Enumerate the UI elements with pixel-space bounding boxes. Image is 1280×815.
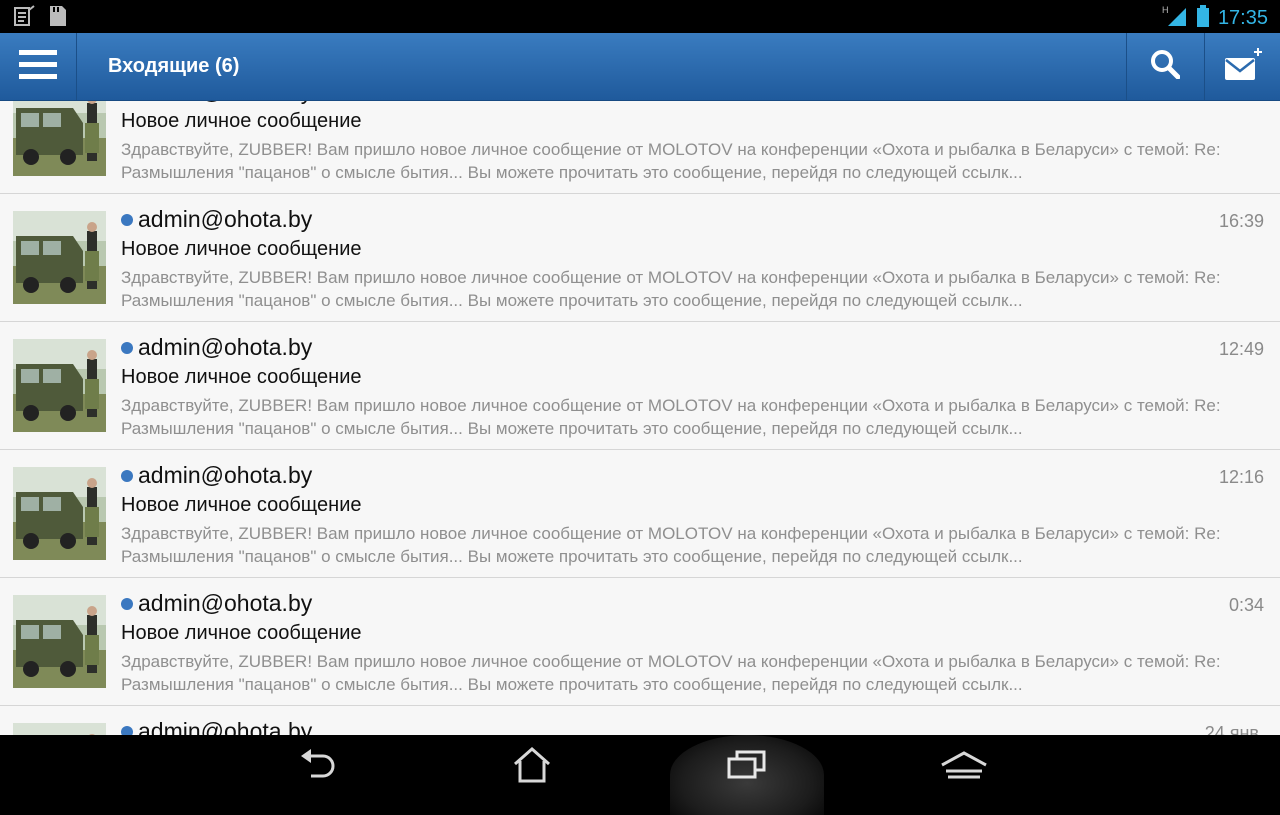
message-row[interactable]: admin@ohota.by 0:34 Новое личное сообщен… xyxy=(0,578,1280,706)
unread-dot xyxy=(121,726,133,735)
avatar xyxy=(13,101,106,176)
avatar xyxy=(13,723,106,735)
avatar xyxy=(13,211,106,304)
page-title: Входящие (6) xyxy=(108,55,240,77)
menu-icon xyxy=(19,48,57,85)
avatar xyxy=(13,467,106,560)
message-row[interactable]: admin@ohota.by 16:39 Новое личное сообще… xyxy=(0,194,1280,322)
action-bar: Входящие (6) xyxy=(0,33,1280,101)
message-preview: Здравствуйте, ZUBBER! Вам пришло новое л… xyxy=(121,524,1221,566)
message-subject: Новое личное сообщение xyxy=(121,110,362,132)
unread-dot xyxy=(121,470,133,482)
message-sender: admin@ohota.by xyxy=(138,462,313,488)
system-icons: H 17:35 xyxy=(1162,4,1268,33)
message-subject: Новое личное сообщение xyxy=(121,238,362,260)
home-icon xyxy=(512,746,552,789)
message-list[interactable]: admin@ohota.by Новое личное сообщение Зд… xyxy=(0,101,1280,735)
unread-dot xyxy=(121,598,133,610)
notification-icons xyxy=(12,4,68,33)
message-row[interactable]: admin@ohota.by Новое личное сообщение Зд… xyxy=(0,101,1280,194)
message-sender: admin@ohota.by xyxy=(138,718,313,735)
hide-keyboard-button[interactable] xyxy=(919,735,1009,800)
network-type-label: H xyxy=(1162,5,1169,15)
message-sender: admin@ohota.by xyxy=(138,101,312,105)
message-sender: admin@ohota.by xyxy=(138,206,313,232)
home-button[interactable] xyxy=(487,735,577,800)
search-icon xyxy=(1150,49,1181,84)
avatar xyxy=(13,339,106,432)
hide-keyboard-icon xyxy=(940,751,988,784)
sd-card-icon xyxy=(46,4,68,33)
message-sender: admin@ohota.by xyxy=(138,334,313,360)
recent-apps-button[interactable] xyxy=(702,735,792,800)
unread-dot xyxy=(121,342,133,354)
menu-button[interactable] xyxy=(0,33,77,100)
compose-button[interactable] xyxy=(1204,33,1280,100)
message-time: 12:49 xyxy=(1218,339,1264,359)
message-subject: Новое личное сообщение xyxy=(121,494,362,516)
back-icon xyxy=(297,748,337,787)
message-time: 12:16 xyxy=(1218,467,1264,487)
signal-icon: H xyxy=(1162,4,1188,33)
status-clock: 17:35 xyxy=(1217,7,1268,29)
clipboard-icon xyxy=(12,4,36,33)
message-sender: admin@ohota.by xyxy=(138,590,313,616)
message-time: 0:34 xyxy=(1228,595,1264,615)
message-preview: Здравствуйте, ZUBBER! Вам пришло новое л… xyxy=(121,140,1221,182)
avatar xyxy=(13,595,106,688)
message-subject: Новое личное сообщение xyxy=(121,366,362,388)
compose-mail-icon xyxy=(1223,46,1263,87)
message-time: 24 янв. xyxy=(1204,723,1264,735)
unread-dot xyxy=(121,214,133,226)
message-time: 16:39 xyxy=(1218,211,1264,231)
message-preview: Здравствуйте, ZUBBER! Вам пришло новое л… xyxy=(121,268,1221,310)
navigation-bar xyxy=(0,735,1280,815)
message-row[interactable]: admin@ohota.by 12:16 Новое личное сообще… xyxy=(0,450,1280,578)
battery-icon xyxy=(1196,4,1210,33)
message-row[interactable]: admin@ohota.by 12:49 Новое личное сообще… xyxy=(0,322,1280,450)
message-preview: Здравствуйте, ZUBBER! Вам пришло новое л… xyxy=(121,652,1221,694)
message-preview: Здравствуйте, ZUBBER! Вам пришло новое л… xyxy=(121,396,1221,438)
back-button[interactable] xyxy=(272,735,362,800)
message-subject: Новое личное сообщение xyxy=(121,622,362,644)
recent-apps-icon xyxy=(727,749,767,786)
message-row[interactable]: admin@ohota.by 24 янв. Новое личное сооб… xyxy=(0,706,1280,735)
status-bar: H 17:35 xyxy=(0,0,1280,33)
search-button[interactable] xyxy=(1126,33,1203,100)
